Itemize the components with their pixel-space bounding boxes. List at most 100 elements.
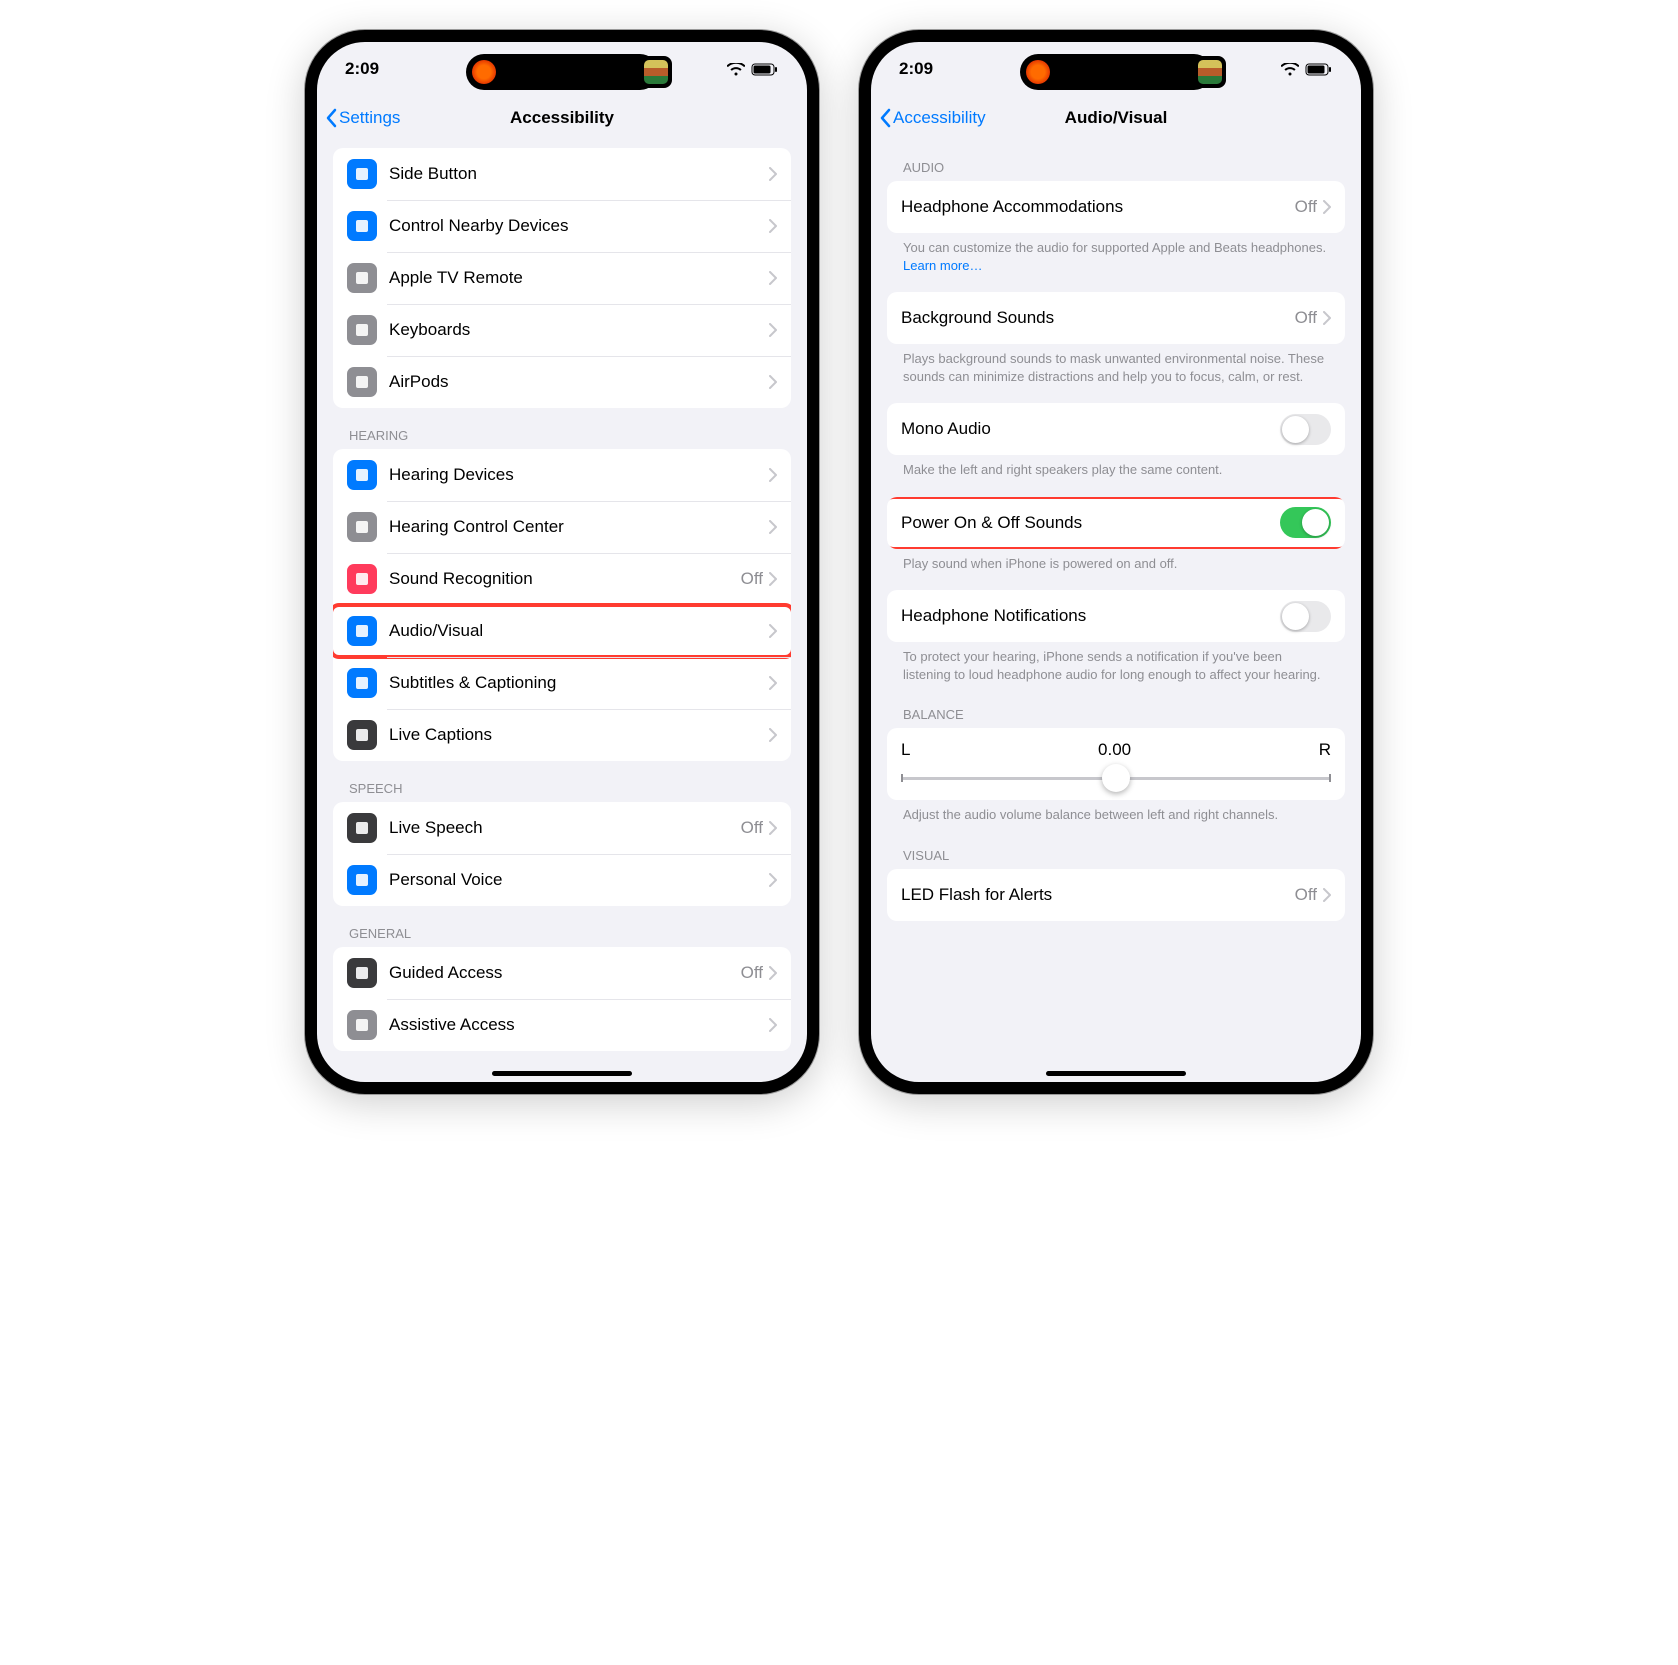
- status-bar: 2:09: [871, 42, 1361, 96]
- section-header: VISUAL: [871, 828, 1361, 869]
- screen-right: 2:09 Accessibility Audio/Visual A: [871, 42, 1361, 1082]
- row-led-flash[interactable]: LED Flash for AlertsOff: [887, 869, 1345, 921]
- chevron-right-icon: [769, 271, 777, 285]
- island-app-icon-right: [640, 56, 672, 88]
- section-footer: Adjust the audio volume balance between …: [871, 800, 1361, 828]
- chevron-right-icon: [769, 219, 777, 233]
- home-indicator[interactable]: [1046, 1071, 1186, 1076]
- row-headphone-notifications[interactable]: Headphone Notifications: [887, 590, 1345, 642]
- row-label: Guided Access: [389, 963, 741, 983]
- row-background-sounds[interactable]: Background SoundsOff: [887, 292, 1345, 344]
- home-indicator[interactable]: [492, 1071, 632, 1076]
- nav-bar: Accessibility Audio/Visual: [871, 96, 1361, 140]
- chevron-right-icon: [1323, 311, 1331, 325]
- content-right[interactable]: AUDIOHeadphone AccommodationsOffYou can …: [871, 140, 1361, 1082]
- row-label: Live Captions: [389, 725, 769, 745]
- settings-group: Power On & Off Sounds: [887, 497, 1345, 549]
- row-hearing-control-center[interactable]: Hearing Control Center: [333, 501, 791, 553]
- chevron-right-icon: [769, 676, 777, 690]
- section-footer: To protect your hearing, iPhone sends a …: [871, 642, 1361, 687]
- row-sound-recognition[interactable]: Sound RecognitionOff: [333, 553, 791, 605]
- row-label: Live Speech: [389, 818, 741, 838]
- row-value: Off: [741, 569, 763, 589]
- row-hearing-devices[interactable]: Hearing Devices: [333, 449, 791, 501]
- content-left[interactable]: Side Button Control Nearby DevicesApple T…: [317, 140, 807, 1082]
- airpods-icon: [347, 367, 377, 397]
- chevron-left-icon: [325, 108, 337, 128]
- section-footer: Play sound when iPhone is powered on and…: [871, 549, 1361, 577]
- row-label: AirPods: [389, 372, 769, 392]
- hearing-control-center-icon: [347, 512, 377, 542]
- chevron-right-icon: [1323, 200, 1331, 214]
- settings-group: Guided AccessOff Assistive Access: [333, 947, 791, 1051]
- chevron-right-icon: [769, 1018, 777, 1032]
- row-value: Off: [741, 818, 763, 838]
- island-app-icon-right: [1194, 56, 1226, 88]
- balance-slider[interactable]: [901, 768, 1331, 788]
- guided-access-icon: [347, 958, 377, 988]
- chevron-right-icon: [769, 873, 777, 887]
- wifi-icon: [1281, 63, 1299, 76]
- balance-right-label: R: [1319, 740, 1331, 760]
- section-header: HEARING: [317, 408, 807, 449]
- row-subtitles[interactable]: Subtitles & Captioning: [333, 657, 791, 709]
- control-nearby-icon: [347, 211, 377, 241]
- nav-title: Audio/Visual: [1065, 108, 1168, 128]
- section-header: AUDIO: [871, 140, 1361, 181]
- row-live-speech[interactable]: Live SpeechOff: [333, 802, 791, 854]
- row-airpods[interactable]: AirPods: [333, 356, 791, 408]
- phone-left: 2:09 Settings Accessibility Side: [305, 30, 819, 1094]
- settings-group: Mono Audio: [887, 403, 1345, 455]
- row-label: Side Button: [389, 164, 769, 184]
- island-app-icon-left: [472, 60, 496, 84]
- row-label: Power On & Off Sounds: [901, 513, 1280, 533]
- row-control-nearby[interactable]: Control Nearby Devices: [333, 200, 791, 252]
- back-button[interactable]: Accessibility: [879, 108, 986, 128]
- section-header: BALANCE: [871, 687, 1361, 728]
- row-live-captions[interactable]: Live Captions: [333, 709, 791, 761]
- row-apple-tv-remote[interactable]: Apple TV Remote: [333, 252, 791, 304]
- status-bar: 2:09: [317, 42, 807, 96]
- island-app-icon-left: [1026, 60, 1050, 84]
- keyboards-icon: [347, 315, 377, 345]
- row-value: Off: [1295, 197, 1317, 217]
- section-header: GENERAL: [317, 906, 807, 947]
- row-side-button[interactable]: Side Button: [333, 148, 791, 200]
- dynamic-island: [466, 54, 658, 90]
- status-time: 2:09: [899, 59, 959, 79]
- assistive-access-icon: [347, 1010, 377, 1040]
- row-audio-visual[interactable]: Audio/Visual: [333, 605, 791, 657]
- nav-title: Accessibility: [510, 108, 614, 128]
- row-personal-voice[interactable]: Personal Voice: [333, 854, 791, 906]
- row-label: Assistive Access: [389, 1015, 769, 1035]
- settings-group: Background SoundsOff: [887, 292, 1345, 344]
- hearing-devices-icon: [347, 460, 377, 490]
- row-guided-access[interactable]: Guided AccessOff: [333, 947, 791, 999]
- row-label: Background Sounds: [901, 308, 1295, 328]
- section-header: SPEECH: [317, 761, 807, 802]
- row-label: LED Flash for Alerts: [901, 885, 1295, 905]
- live-speech-icon: [347, 813, 377, 843]
- row-label: Audio/Visual: [389, 621, 769, 641]
- screen-left: 2:09 Settings Accessibility Side: [317, 42, 807, 1082]
- row-headphone-accommodations[interactable]: Headphone AccommodationsOff: [887, 181, 1345, 233]
- nav-bar: Settings Accessibility: [317, 96, 807, 140]
- row-keyboards[interactable]: Keyboards: [333, 304, 791, 356]
- toggle-power-sounds[interactable]: [1280, 507, 1331, 538]
- row-mono-audio[interactable]: Mono Audio: [887, 403, 1345, 455]
- settings-group: Headphone AccommodationsOff: [887, 181, 1345, 233]
- chevron-right-icon: [1323, 888, 1331, 902]
- footer-link[interactable]: Learn more…: [903, 258, 982, 273]
- back-button[interactable]: Settings: [325, 108, 400, 128]
- chevron-right-icon: [769, 167, 777, 181]
- row-label: Hearing Control Center: [389, 517, 769, 537]
- row-power-sounds[interactable]: Power On & Off Sounds: [887, 497, 1345, 549]
- section-footer: Make the left and right speakers play th…: [871, 455, 1361, 483]
- settings-group: Headphone Notifications: [887, 590, 1345, 642]
- toggle-mono-audio[interactable]: [1280, 414, 1331, 445]
- live-captions-icon: [347, 720, 377, 750]
- chevron-right-icon: [769, 624, 777, 638]
- row-assistive-access[interactable]: Assistive Access: [333, 999, 791, 1051]
- toggle-headphone-notifications[interactable]: [1280, 601, 1331, 632]
- back-label: Settings: [339, 108, 400, 128]
